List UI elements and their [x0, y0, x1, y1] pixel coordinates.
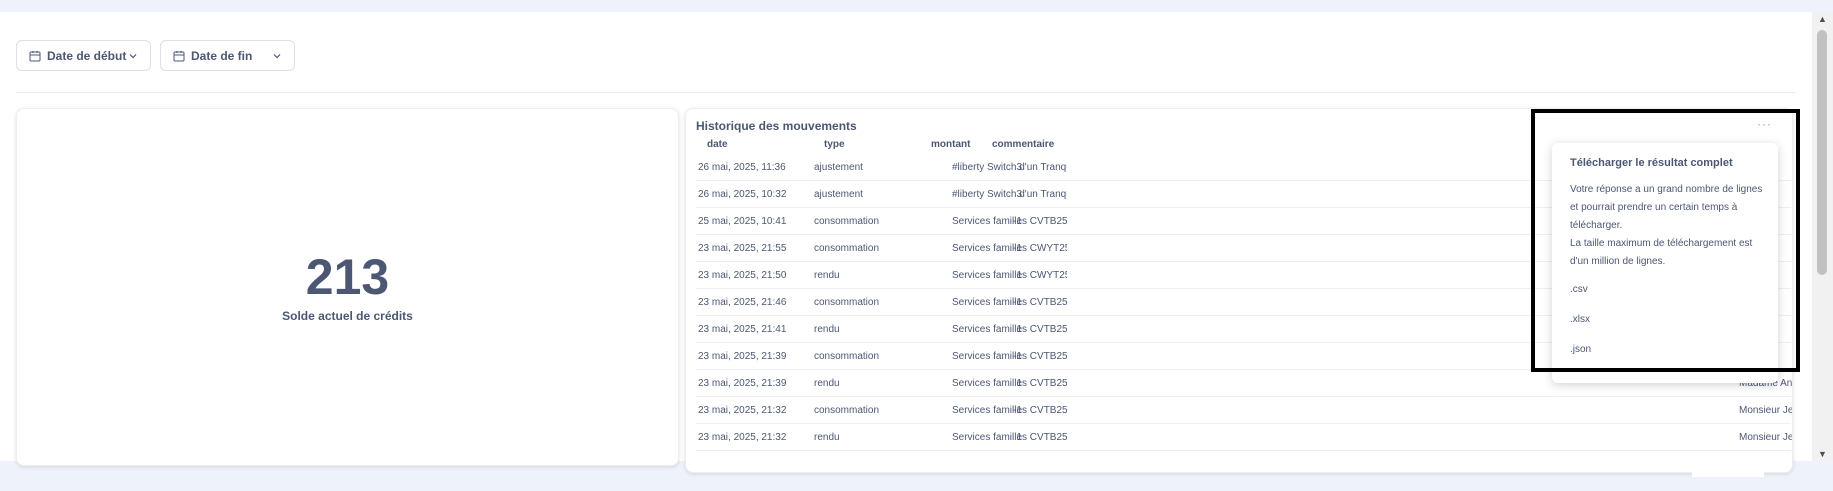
cell-comment: Services familles CVTB25013 [952, 216, 1067, 227]
end-date-label: Date de fin [191, 48, 253, 63]
cell-date: 23 mai, 2025, 21:39 [698, 351, 787, 362]
cell-date: 23 mai, 2025, 21:41 [698, 324, 787, 335]
cell-date: 23 mai, 2025, 21:55 [698, 243, 787, 254]
cell-comment: Services familles CVTB250116 [952, 378, 1067, 389]
cell-date: 23 mai, 2025, 21:39 [698, 378, 787, 389]
cell-extra: Monsieur Jean- [1739, 405, 1793, 416]
credit-balance-label: Solde actuel de crédits [282, 309, 413, 323]
column-header-date[interactable]: date [707, 139, 728, 150]
cell-comment: #liberty Switch d'un Tranqui [952, 189, 1067, 200]
table-title[interactable]: Historique des mouvements [696, 119, 857, 133]
end-date-filter[interactable]: Date de fin [160, 40, 295, 71]
cell-comment: Services familles CVTB250119 [952, 324, 1067, 335]
cell-date: 23 mai, 2025, 21:32 [698, 432, 787, 443]
cell-date: 23 mai, 2025, 21:32 [698, 405, 787, 416]
table-row[interactable]: 23 mai, 2025, 21:32 consommation -1 Service… [696, 397, 1793, 424]
cell-date: 26 mai, 2025, 11:36 [698, 162, 786, 173]
highlight-box [1531, 109, 1800, 372]
cell-comment: Services familles CVTB250132 [952, 297, 1067, 308]
cell-comment: Services familles CVTB250131 [952, 351, 1067, 362]
cell-comment: #liberty Switch d'un Tranqui [952, 162, 1067, 173]
chevron-down-icon [273, 53, 281, 58]
scroll-thumb[interactable] [1817, 30, 1827, 275]
calendar-icon [173, 50, 185, 61]
chevron-down-icon [129, 53, 137, 58]
cell-comment: Services familles CWYT250169 [952, 243, 1067, 254]
table-row[interactable]: 23 mai, 2025, 21:32 rendu 1 Services famill… [696, 424, 1793, 451]
section-divider [16, 92, 1796, 93]
cell-date: 23 mai, 2025, 21:50 [698, 270, 787, 281]
page-scrollbar[interactable]: ▲ ▼ [1812, 12, 1833, 461]
column-header-amount[interactable]: montant [931, 139, 970, 150]
cell-date: 26 mai, 2025, 10:32 [698, 189, 787, 200]
calendar-icon [29, 50, 41, 61]
scroll-up-arrow-icon[interactable]: ▲ [1818, 14, 1827, 24]
cell-comment: Services familles CVTB250112 [952, 432, 1067, 443]
dashboard-canvas: Date de début Date de fin 213 Solde actu… [0, 12, 1812, 473]
start-date-label: Date de début [47, 48, 127, 63]
cell-date: 25 mai, 2025, 10:41 [698, 216, 787, 227]
cell-comment: Services familles CWYT250165 [952, 270, 1067, 281]
cell-date: 23 mai, 2025, 21:46 [698, 297, 787, 308]
credit-balance-card: 213 Solde actuel de crédits [16, 108, 679, 466]
cell-extra: Monsieur Jean- [1739, 432, 1793, 443]
column-header-comment[interactable]: commentaire [992, 139, 1054, 150]
scroll-down-arrow-icon[interactable]: ▼ [1818, 449, 1827, 459]
cell-comment: Services familles CVTB250130 [952, 405, 1067, 416]
filter-bar: Date de début Date de fin [16, 40, 295, 71]
column-header-type[interactable]: type [824, 139, 845, 150]
credit-balance-value: 213 [305, 249, 390, 305]
bottom-strip [1692, 461, 1764, 477]
start-date-filter[interactable]: Date de début [16, 40, 151, 71]
